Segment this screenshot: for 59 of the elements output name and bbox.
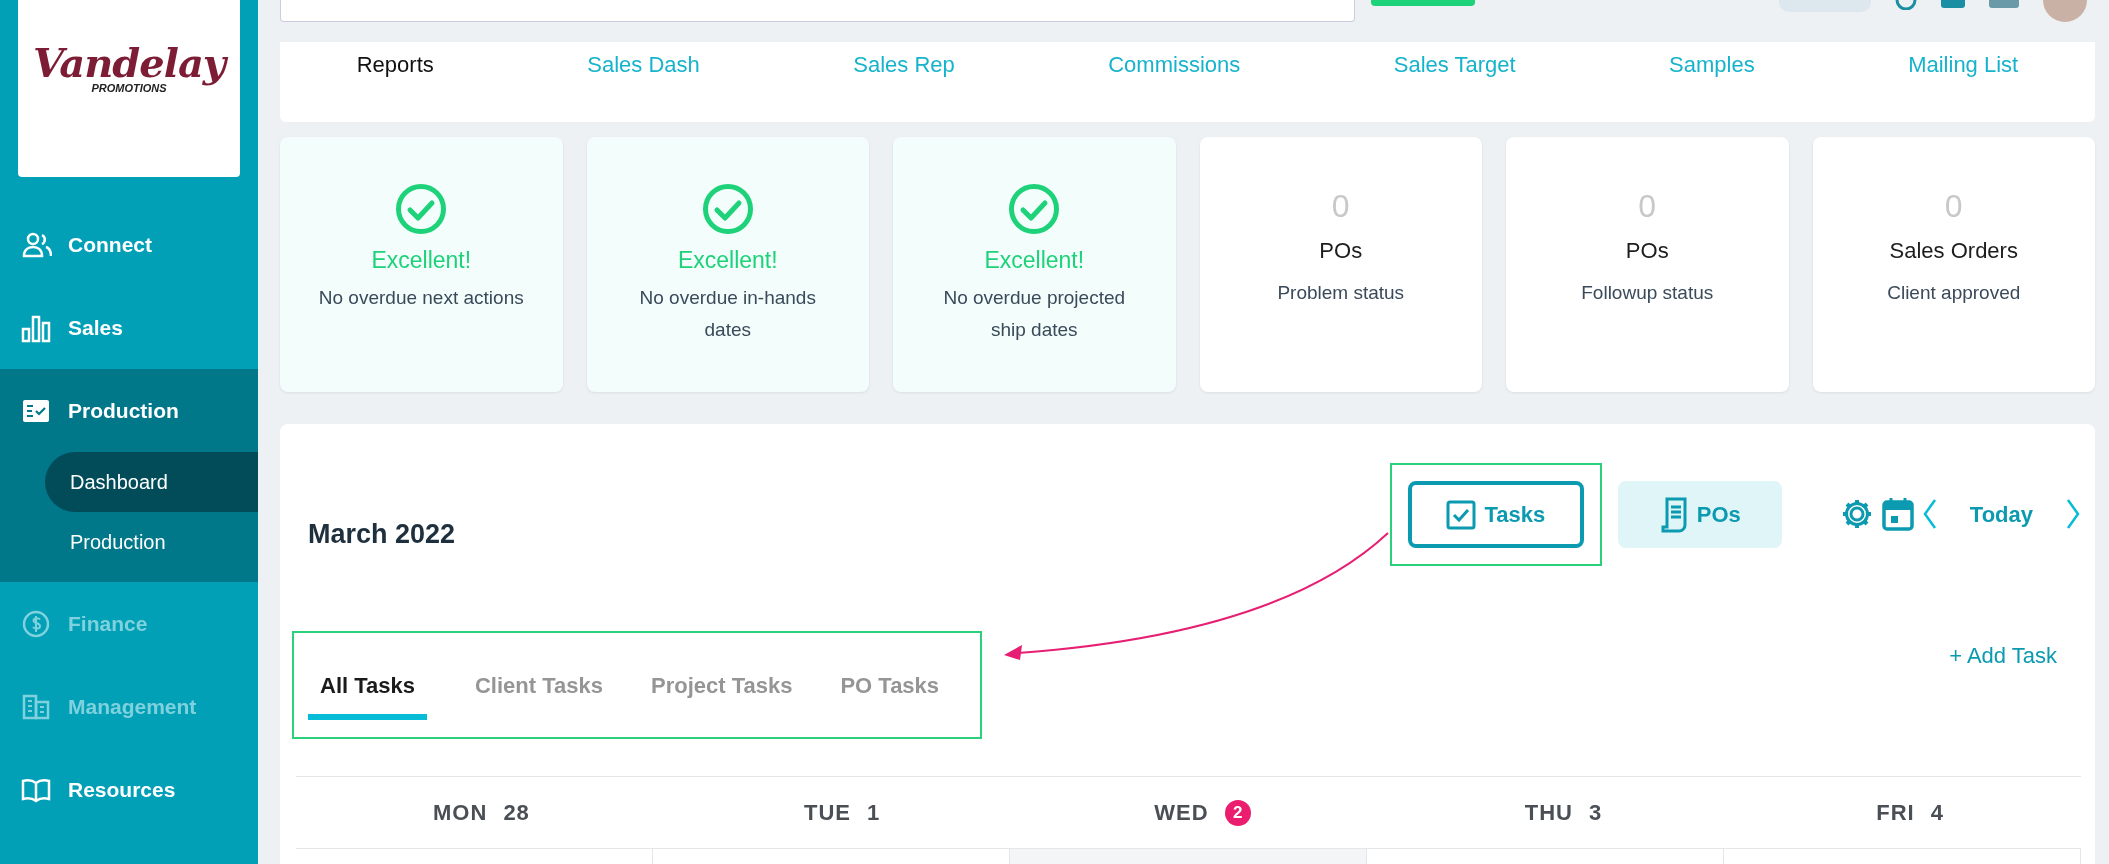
view-toggle-button[interactable]: Tasks [1407,481,1584,548]
sidebar-subitem[interactable]: Dashboard [45,452,258,512]
stat-description: No overdue next actions [317,285,525,310]
sidebar-item[interactable]: Resources [0,748,258,831]
view-toggle-button[interactable]: POs [1617,481,1782,548]
check-circle-icon [1008,183,1061,235]
chat-icon[interactable] [1989,0,2019,8]
day-date: 4 [1930,799,1944,827]
report-tab[interactable]: Commissions [1108,48,1241,81]
status-title: Excellent! [370,246,473,275]
stat-description: Client approved [1886,281,2022,306]
task-tab[interactable]: Client Tasks [475,633,603,720]
report-tab[interactable]: Sales Dash [587,48,700,81]
checkbox-icon [1446,499,1477,530]
dollar-icon [20,608,52,639]
calendar-icon[interactable] [1881,497,1914,531]
stat-description: Problem status [1276,281,1406,306]
stat-title: POs [1624,237,1670,266]
help-icon[interactable] [1895,0,1917,10]
sidebar-item[interactable]: Production [0,369,258,452]
sidebar-item[interactable]: Connect [0,203,258,286]
report-tab[interactable]: Sales Rep [853,48,955,81]
report-tab[interactable]: Mailing List [1908,48,2019,81]
today-badge: 2 [1224,799,1251,826]
stat-description: No overdue in-hands dates [638,285,817,342]
check-circle-icon [701,183,754,235]
stat-description: No overdue projected ship dates [942,285,1127,342]
status-title: Excellent! [676,246,779,275]
check-circle-icon [395,183,448,235]
report-tab[interactable]: Sales Target [1393,48,1516,81]
day-name: FRI [1876,799,1915,827]
task-tab[interactable]: Project Tasks [650,633,793,720]
sidebar-subitem[interactable]: Production [45,512,258,572]
next-icon[interactable] [2065,498,2081,530]
report-tab[interactable]: Reports [356,48,434,81]
report-tab[interactable]: Samples [1669,48,1755,81]
status-title: Excellent! [983,246,1086,275]
day-name: THU [1524,799,1573,827]
day-name: MON [433,799,488,827]
day-name: TUE [803,799,851,827]
add-task-link[interactable]: + Add Task [1949,639,2057,672]
search-button[interactable] [1371,0,1475,6]
search-field[interactable] [280,0,1355,22]
avatar[interactable] [2043,0,2087,22]
stat-title: Sales Orders [1888,237,2019,266]
notification-icon[interactable] [1941,0,1965,8]
logo-tagline: PROMOTIONS [91,83,167,94]
month-title: March 2022 [308,518,456,551]
task-tab[interactable]: PO Tasks [840,633,940,720]
day-date: 3 [1588,799,1603,827]
stat-description: Followup status [1580,281,1715,306]
day-date: 28 [503,799,530,827]
task-tab[interactable]: All Tasks [308,633,427,720]
sidebar-item[interactable]: Sales [0,286,258,369]
day-name: WED [1154,799,1209,827]
today-link[interactable]: Today [1969,497,2033,531]
previous-icon[interactable] [1921,498,1938,530]
stat-title: POs [1318,237,1364,266]
day-date: 1 [866,799,881,827]
